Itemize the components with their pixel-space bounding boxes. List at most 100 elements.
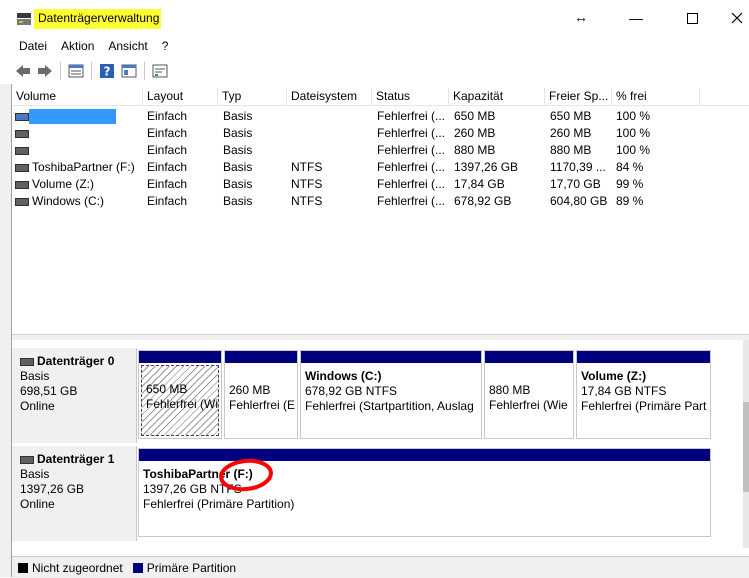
menu-help[interactable]: ? bbox=[155, 37, 176, 55]
volume-cell: Volume (Z:) bbox=[15, 176, 143, 193]
status-cell: Fehlerfrei (... bbox=[377, 109, 446, 123]
capacity-cell: 17,84 GB bbox=[454, 177, 505, 191]
volume-cell bbox=[15, 108, 116, 125]
forward-button[interactable] bbox=[36, 62, 54, 80]
partition-status: Fehlerfrei (Primäre Part bbox=[581, 399, 707, 413]
partition-status: Fehlerfrei (Startpartition, Auslag bbox=[305, 399, 474, 413]
partition-status: Fehlerfrei (Wie bbox=[489, 398, 568, 412]
table-row[interactable]: Volume (Z:) Einfach Basis NTFS Fehlerfre… bbox=[12, 176, 749, 193]
selection-highlight bbox=[29, 109, 116, 124]
minimize-icon: — bbox=[629, 10, 643, 26]
partition-block[interactable]: Windows (C:) 678,92 GB NTFS Fehlerfrei (… bbox=[300, 350, 482, 439]
typ-cell: Basis bbox=[223, 126, 253, 140]
volume-list: Volume Layout Typ Dateisystem Status Kap… bbox=[12, 88, 749, 334]
layout-cell: Einfach bbox=[147, 126, 188, 140]
menu-ansicht[interactable]: Ansicht bbox=[101, 37, 154, 55]
free-cell: 604,80 GB bbox=[550, 194, 608, 208]
fs-cell: NTFS bbox=[291, 177, 323, 191]
table-row[interactable]: Windows (C:) Einfach Basis NTFS Fehlerfr… bbox=[12, 193, 749, 210]
table-row[interactable]: ToshibaPartner (F:) Einfach Basis NTFS F… bbox=[12, 159, 749, 176]
maximize-icon bbox=[686, 12, 698, 24]
layout-cell: Einfach bbox=[147, 177, 188, 191]
annotation-circle bbox=[219, 458, 273, 492]
typ-cell: Basis bbox=[223, 160, 253, 174]
partition-status: Fehlerfrei (E bbox=[229, 398, 296, 412]
disk-management-icon bbox=[16, 12, 32, 26]
legend-swatch-primary bbox=[132, 562, 143, 573]
percent-cell: 89 % bbox=[616, 194, 644, 208]
partition-block[interactable]: 650 MB Fehlerfrei (Wie bbox=[138, 350, 222, 439]
drive-icon bbox=[15, 146, 29, 155]
legend: Nicht zugeordnet Primäre Partition bbox=[12, 556, 749, 578]
percent-cell: 84 % bbox=[616, 160, 644, 174]
column-header-freier-speicher[interactable]: Freier Sp... bbox=[545, 88, 612, 105]
partition-size: 678,92 GB NTFS bbox=[305, 384, 398, 398]
partition-block[interactable]: 260 MB Fehlerfrei (E bbox=[224, 350, 298, 439]
drive-icon bbox=[15, 112, 29, 121]
disk-icon bbox=[20, 357, 34, 366]
typ-cell: Basis bbox=[223, 109, 253, 123]
fs-cell: NTFS bbox=[291, 160, 323, 174]
disk-name: Datenträger 1 bbox=[37, 452, 115, 466]
help-button[interactable]: ? bbox=[98, 62, 116, 80]
resize-cursor-icon: ↔ bbox=[574, 9, 588, 25]
disk-state: Online bbox=[20, 497, 55, 511]
legend-label-unallocated: Nicht zugeordnet bbox=[32, 560, 123, 575]
disk-1-label[interactable]: Datenträger 1 Basis 1397,26 GB Online bbox=[12, 446, 137, 541]
column-header-prozent-frei[interactable]: % frei bbox=[612, 88, 700, 105]
typ-cell: Basis bbox=[223, 143, 253, 157]
back-icon bbox=[16, 65, 30, 77]
back-button[interactable] bbox=[14, 62, 32, 80]
disk-list-icon bbox=[68, 64, 84, 78]
close-button[interactable] bbox=[727, 8, 747, 28]
svg-text:?: ? bbox=[104, 65, 111, 79]
disk-list-button[interactable] bbox=[67, 62, 85, 80]
percent-cell: 100 % bbox=[616, 143, 651, 157]
disk-type: Basis bbox=[20, 369, 50, 383]
disk-0-label[interactable]: Datenträger 0 Basis 698,51 GB Online bbox=[12, 348, 137, 443]
settings-icon bbox=[152, 64, 168, 78]
column-header-kapazitaet[interactable]: Kapazität bbox=[449, 88, 545, 105]
volume-cell: ToshibaPartner (F:) bbox=[15, 159, 143, 176]
maximize-button[interactable] bbox=[682, 8, 702, 28]
capacity-cell: 1397,26 GB bbox=[454, 160, 519, 174]
toolbar-separator bbox=[144, 62, 145, 80]
table-row[interactable]: Einfach Basis Fehlerfrei (... 880 MB 880… bbox=[12, 142, 749, 159]
column-header-volume[interactable]: Volume bbox=[12, 88, 143, 105]
drive-icon bbox=[15, 129, 29, 138]
properties-button[interactable] bbox=[120, 62, 138, 80]
column-header-status[interactable]: Status bbox=[372, 88, 449, 105]
menu-aktion[interactable]: Aktion bbox=[54, 37, 101, 55]
help-icon: ? bbox=[100, 64, 114, 79]
free-cell: 17,70 GB bbox=[550, 177, 601, 191]
partition-name: Volume (Z:) bbox=[581, 369, 647, 383]
disk-name: Datenträger 0 bbox=[37, 354, 115, 368]
column-header-typ[interactable]: Typ bbox=[218, 88, 287, 105]
partition-bar bbox=[301, 351, 481, 363]
typ-cell: Basis bbox=[223, 194, 253, 208]
column-header-layout[interactable]: Layout bbox=[143, 88, 218, 105]
layout-cell: Einfach bbox=[147, 160, 188, 174]
partition-size: 260 MB bbox=[229, 383, 271, 397]
partition-block[interactable]: Volume (Z:) 17,84 GB NTFS Fehlerfrei (Pr… bbox=[576, 350, 711, 439]
capacity-cell: 260 MB bbox=[454, 126, 496, 140]
menu-datei[interactable]: Datei bbox=[12, 37, 54, 55]
volume-list-header: Volume Layout Typ Dateisystem Status Kap… bbox=[12, 88, 749, 106]
partition-bar bbox=[225, 351, 297, 363]
settings-button[interactable] bbox=[151, 62, 169, 80]
disk-size: 698,51 GB bbox=[20, 384, 78, 398]
scrollbar-thumb[interactable] bbox=[743, 402, 749, 492]
table-row[interactable]: Einfach Basis Fehlerfrei (... 650 MB 650… bbox=[12, 108, 749, 125]
capacity-cell: 678,92 GB bbox=[454, 194, 512, 208]
minimize-button[interactable]: — bbox=[626, 8, 646, 28]
table-row[interactable]: Einfach Basis Fehlerfrei (... 260 MB 260… bbox=[12, 125, 749, 142]
disk-type: Basis bbox=[20, 467, 50, 481]
column-header-dateisystem[interactable]: Dateisystem bbox=[287, 88, 372, 105]
partition-block[interactable]: 880 MB Fehlerfrei (Wie bbox=[484, 350, 574, 439]
free-cell: 1170,39 ... bbox=[550, 160, 606, 174]
status-cell: Fehlerfrei (... bbox=[377, 126, 446, 140]
partition-size: 650 MB bbox=[146, 382, 188, 396]
partition-bar bbox=[577, 351, 710, 363]
disk-icon bbox=[20, 455, 34, 464]
fs-cell: NTFS bbox=[291, 194, 323, 208]
